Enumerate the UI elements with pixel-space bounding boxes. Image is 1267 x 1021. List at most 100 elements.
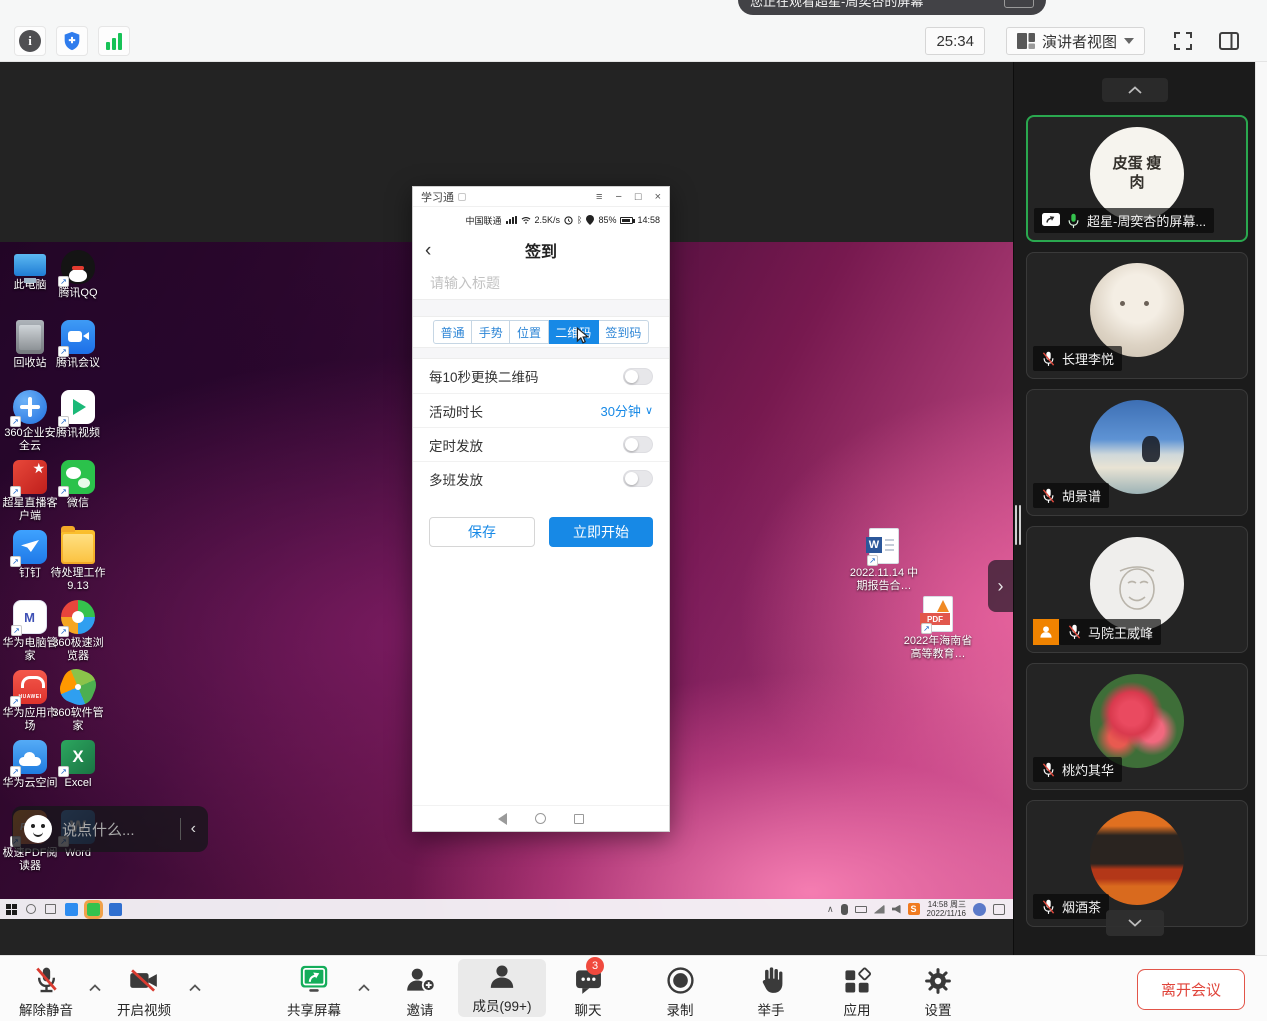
tray-mail-icon[interactable] (973, 903, 986, 916)
chevron-up-icon (88, 983, 102, 993)
chevron-down-icon (1124, 38, 1134, 44)
desktop-icon-qq[interactable]: 腾讯QQ (48, 250, 108, 300)
meeting-window: i 您正在观看超星-周奕杏的屏幕 25:34 演讲者视图 (0, 0, 1267, 1021)
window-maximize-button[interactable]: □ (635, 191, 642, 203)
share-screen-button[interactable]: 共享屏幕 (274, 963, 354, 1019)
refresh-qrcode-toggle[interactable] (623, 368, 653, 385)
view-mode-button[interactable]: 演讲者视图 (1006, 27, 1145, 55)
apps-button[interactable]: 应用 (817, 963, 897, 1019)
banner-action-button[interactable] (1004, 0, 1034, 8)
emoji-icon[interactable] (24, 815, 52, 843)
side-panel-toggle-button[interactable] (1213, 26, 1245, 56)
window-minimize-button[interactable]: − (615, 191, 621, 203)
tray-network-icon[interactable] (874, 905, 885, 914)
mic-muted-icon (1041, 488, 1056, 504)
desktop-icon-360-software-manager[interactable]: 360软件管家 (48, 670, 108, 733)
tray-chevron-icon[interactable]: ∧ (827, 904, 834, 915)
chevron-right-icon: › (998, 576, 1004, 597)
sidebar-resize-handle[interactable] (1015, 505, 1021, 545)
phone-window-titlebar[interactable]: 学习通 ≡ − □ × (413, 187, 669, 207)
video-options-chevron[interactable] (188, 980, 202, 998)
taskbar-app-icon[interactable] (109, 903, 122, 916)
chevron-up-icon (188, 983, 202, 993)
task-view-icon[interactable] (45, 904, 56, 914)
tray-mic-icon[interactable] (841, 904, 848, 915)
participant-tile[interactable]: 皮蛋 瘦肉 超星-周奕杏的屏幕... (1026, 115, 1248, 242)
participant-tile[interactable]: 桃灼其华 (1026, 663, 1248, 790)
leave-meeting-button[interactable]: 离开会议 (1137, 969, 1245, 1010)
cell-signal-icon (506, 216, 517, 224)
tray-volume-icon[interactable] (892, 905, 901, 914)
desktop-icon-excel[interactable]: X Excel (48, 740, 108, 790)
notification-center-icon[interactable] (993, 904, 1005, 915)
tray-sogou-icon[interactable]: S (908, 903, 920, 915)
desktop-icon-tencent-meeting[interactable]: 腾讯会议 (48, 320, 108, 370)
multiclass-release-toggle[interactable] (623, 470, 653, 487)
invite-button[interactable]: 邀请 (380, 963, 460, 1019)
info-icon: i (19, 30, 41, 52)
desktop-icon-wechat[interactable]: 微信 (48, 460, 108, 510)
share-options-chevron[interactable] (357, 980, 371, 998)
chat-quick-input-overlay[interactable]: 说点什么... ‹ (12, 806, 208, 852)
android-home-icon[interactable] (535, 813, 546, 824)
window-close-button[interactable]: × (655, 191, 661, 203)
participant-tile[interactable]: 长理李悦 (1026, 252, 1248, 379)
taskbar-meeting-icon[interactable] (65, 903, 78, 916)
chevron-down-icon (1127, 918, 1143, 928)
chevron-up-icon (357, 983, 371, 993)
android-back-icon[interactable] (498, 813, 507, 825)
settings-button[interactable]: 设置 (898, 963, 978, 1019)
taskbar-clock[interactable]: 14:58 周三 2022/11/16 (927, 900, 966, 918)
chat-input-placeholder[interactable]: 说点什么... (62, 819, 135, 840)
participant-tile[interactable]: 马院王威峰 (1026, 526, 1248, 653)
tab-gesture[interactable]: 手势 (472, 320, 510, 344)
network-status-button[interactable] (98, 26, 130, 56)
desktop-side-expander[interactable]: › (988, 560, 1013, 612)
signin-title-input[interactable] (413, 267, 669, 299)
members-button[interactable]: 成员(99+) (458, 959, 546, 1017)
android-recents-icon[interactable] (574, 814, 584, 824)
participant-tile[interactable]: 胡景谱 (1026, 389, 1248, 516)
desktop-file-pdf-doc[interactable]: PDF 2022年海南省高等教育… (902, 596, 974, 661)
security-button[interactable] (56, 26, 88, 56)
unmute-button[interactable]: 解除静音 (6, 963, 86, 1019)
setting-row-scheduled-release: 定时发放 (413, 427, 669, 461)
tab-signin-code[interactable]: 签到码 (599, 320, 649, 344)
windows-start-icon[interactable] (6, 904, 17, 915)
fullscreen-button[interactable] (1167, 26, 1199, 56)
audio-options-chevron[interactable] (88, 980, 102, 998)
tab-normal[interactable]: 普通 (433, 320, 472, 344)
start-now-button[interactable]: 立即开始 (549, 517, 653, 547)
window-scroll-strip[interactable] (1255, 62, 1267, 955)
desktop-file-word-doc[interactable]: W 2022.11.14 中期报告合… (848, 528, 920, 593)
collapse-chat-icon[interactable]: ‹ (191, 820, 196, 838)
participant-tile[interactable]: 烟酒茶 (1026, 800, 1248, 927)
taskbar-search-icon[interactable] (26, 904, 36, 914)
tencent-meeting-icon (61, 320, 95, 354)
back-button[interactable]: ‹ (425, 241, 431, 260)
battery-percent-label: 85% (598, 215, 616, 225)
raise-hand-button[interactable]: 举手 (731, 963, 811, 1019)
desktop-icon-tencent-video[interactable]: 腾讯视频 (48, 390, 108, 440)
chat-button[interactable]: 3 聊天 (556, 963, 620, 1019)
side-panel-icon (1218, 31, 1240, 51)
taskbar-active-app-icon[interactable] (87, 903, 100, 916)
desktop-icon-pending-work-folder[interactable]: 待处理工作9.13 (48, 530, 108, 593)
tray-battery-icon[interactable] (855, 906, 867, 913)
save-button[interactable]: 保存 (429, 517, 535, 547)
tab-qrcode[interactable]: 二维码 (549, 320, 599, 344)
tab-location[interactable]: 位置 (510, 320, 548, 344)
start-video-button[interactable]: 开启视频 (104, 963, 184, 1019)
duration-select[interactable]: 30分钟 ∨ (600, 401, 653, 420)
desktop-icon-360-browser[interactable]: 360极速浏览器 (48, 600, 108, 663)
record-button[interactable]: 录制 (640, 963, 720, 1019)
fullscreen-icon (1172, 30, 1194, 52)
scheduled-release-toggle[interactable] (623, 436, 653, 453)
meeting-info-button[interactable]: i (14, 26, 46, 56)
folder-icon (61, 530, 95, 564)
window-menu-button[interactable]: ≡ (596, 191, 602, 203)
participant-name: 马院王威峰 (1088, 623, 1153, 642)
scroll-down-button[interactable] (1106, 910, 1164, 936)
setting-row-duration[interactable]: 活动时长 30分钟 ∨ (413, 393, 669, 427)
scroll-up-button[interactable] (1102, 78, 1168, 102)
